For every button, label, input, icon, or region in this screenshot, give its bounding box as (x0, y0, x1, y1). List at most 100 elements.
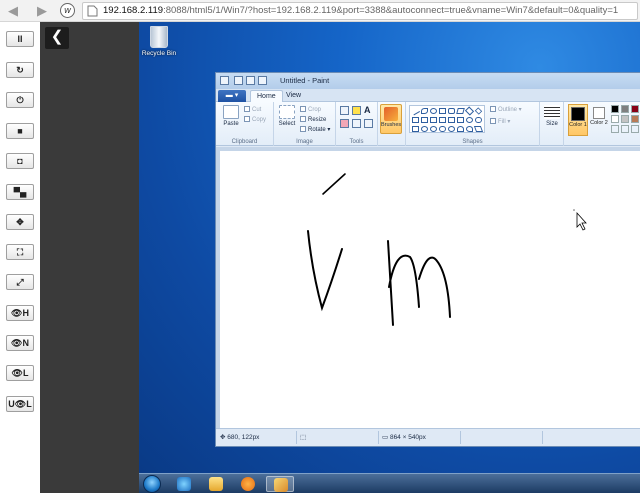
fit-screen-button[interactable]: ⛶ (6, 244, 34, 260)
keyboard-button[interactable]: ▀▄ (6, 184, 34, 200)
undo-icon[interactable] (246, 76, 255, 85)
resize-icon (300, 116, 306, 122)
palette-color-5[interactable] (611, 115, 619, 123)
start-button[interactable] (143, 475, 161, 493)
view-l-button[interactable]: 👁L (6, 365, 34, 381)
callout-shape-icon[interactable] (475, 117, 482, 123)
oval-shape-icon[interactable] (430, 108, 437, 114)
hexagon-shape-icon[interactable] (421, 117, 428, 123)
palette-color-3[interactable] (631, 105, 639, 113)
tab-view[interactable]: View (280, 90, 307, 102)
curve-shape-icon[interactable] (421, 108, 428, 114)
color-picker-icon[interactable] (352, 119, 361, 128)
fill-icon (490, 118, 496, 124)
palette-color-6[interactable] (621, 115, 629, 123)
palette-color-empty-2[interactable] (621, 125, 629, 133)
folder-icon (209, 477, 223, 491)
view-n-button[interactable]: 👁N (6, 335, 34, 351)
recycle-bin[interactable]: Recycle Bin (141, 26, 177, 57)
canvas-area (216, 147, 640, 429)
view-h-button[interactable]: 👁H (6, 305, 34, 321)
arrow-right-shape-icon[interactable] (430, 117, 437, 123)
outline-dropdown[interactable]: Outline ▾ (490, 106, 522, 113)
line-shape-icon[interactable] (410, 106, 421, 116)
lightning-shape-icon[interactable] (473, 126, 484, 132)
palette-color-2[interactable] (621, 105, 629, 113)
taskbar-media-player[interactable] (234, 476, 262, 492)
url-field[interactable]: 192.168.2.119:8088/html5/1/Win7/?host=19… (82, 2, 638, 20)
taskbar-explorer[interactable] (202, 476, 230, 492)
rounded-callout-shape-icon[interactable] (439, 126, 446, 132)
color2-button[interactable]: Color 2 (590, 104, 608, 136)
rectangle-shape-icon[interactable] (439, 108, 446, 114)
fullscreen-button[interactable]: ⤢ (6, 274, 34, 290)
copy-button[interactable]: Copy (244, 116, 266, 123)
taskbar-ie[interactable] (170, 476, 198, 492)
file-menu-button[interactable]: ▬ ▾ (218, 90, 246, 102)
shapes-gallery[interactable] (409, 105, 485, 133)
eraser-icon[interactable] (340, 119, 349, 128)
redo-icon[interactable] (258, 76, 267, 85)
rounded-rect-shape-icon[interactable] (448, 108, 455, 114)
taskbar (139, 473, 640, 493)
paste-button[interactable]: Paste (220, 105, 242, 127)
arrow-up-shape-icon[interactable] (448, 117, 455, 123)
arrow-down-shape-icon[interactable] (457, 117, 464, 123)
screenshot-button[interactable]: ◘ (6, 153, 34, 169)
brushes-button[interactable]: Brushes (380, 104, 402, 134)
pentagon-shape-icon[interactable] (412, 117, 419, 123)
paint-icon (274, 478, 288, 492)
mouse-cursor-icon (576, 211, 587, 231)
diamond-shape-icon[interactable] (474, 107, 483, 115)
selection-size-icon: ⬚ (300, 434, 307, 441)
color1-button[interactable]: Color 1 (568, 104, 588, 136)
collapse-panel-button[interactable]: ❮ (45, 27, 69, 49)
mouse-move-button[interactable]: ✥ (6, 214, 34, 230)
cut-button[interactable]: Cut (244, 106, 261, 113)
refresh-button[interactable]: ↻ (6, 62, 34, 78)
paint-app-icon[interactable] (220, 76, 229, 85)
tab-home[interactable]: Home (250, 90, 283, 102)
resize-button[interactable]: Resize (300, 116, 326, 123)
power-button[interactable]: ⏻ (6, 92, 34, 108)
star-five-shape-icon[interactable] (421, 126, 428, 132)
pause-button[interactable]: II (6, 31, 34, 47)
fill-dropdown[interactable]: Fill ▾ (490, 118, 510, 125)
heart-shape-icon[interactable] (466, 126, 473, 132)
view-ul-button[interactable]: U👁L (6, 396, 34, 412)
palette-color-1[interactable] (611, 105, 619, 113)
taskbar-paint[interactable] (266, 476, 294, 492)
clipboard-label: Clipboard (231, 139, 258, 145)
url-text[interactable]: 192.168.2.119:8088/html5/1/Win7/?host=19… (103, 5, 618, 16)
fill-bucket-icon[interactable] (352, 106, 361, 115)
text-tool-icon[interactable]: A (364, 105, 371, 115)
polygon-shape-icon[interactable] (456, 108, 465, 114)
star-shape-icon[interactable] (466, 117, 473, 123)
save-icon[interactable] (234, 76, 243, 85)
remote-desktop[interactable]: Recycle Bin Untitled - Paint ▬ ▾ Home Vi… (139, 22, 640, 473)
star-four-shape-icon[interactable] (412, 126, 419, 132)
pencil-icon[interactable] (340, 106, 349, 115)
site-logo-icon[interactable]: w (60, 3, 75, 18)
rotate-button[interactable]: Rotate ▾ (300, 126, 330, 133)
arrow-left-shape-icon[interactable] (439, 117, 446, 123)
palette-color-7[interactable] (631, 115, 639, 123)
drawing-canvas[interactable] (220, 151, 640, 429)
magnifier-icon[interactable] (364, 119, 373, 128)
size-button[interactable]: Size (542, 105, 562, 127)
recycle-bin-label: Recycle Bin (141, 50, 177, 57)
back-arrow-icon[interactable]: ◀ (5, 3, 21, 19)
palette-color-empty-1[interactable] (611, 125, 619, 133)
size-group: Size (540, 102, 564, 146)
oval-callout-shape-icon[interactable] (448, 126, 455, 132)
select-button[interactable]: Select (277, 105, 297, 127)
palette-color-empty-3[interactable] (631, 125, 639, 133)
paint-titlebar[interactable]: Untitled - Paint (216, 73, 640, 89)
crop-button[interactable]: Crop (300, 106, 321, 113)
stop-button[interactable]: ■ (6, 123, 34, 139)
cloud-callout-shape-icon[interactable] (457, 126, 464, 132)
triangle-shape-icon[interactable] (464, 106, 475, 116)
window-title: Untitled - Paint (280, 76, 330, 85)
forward-arrow-icon[interactable]: ▶ (34, 3, 50, 19)
star-six-shape-icon[interactable] (430, 126, 437, 132)
